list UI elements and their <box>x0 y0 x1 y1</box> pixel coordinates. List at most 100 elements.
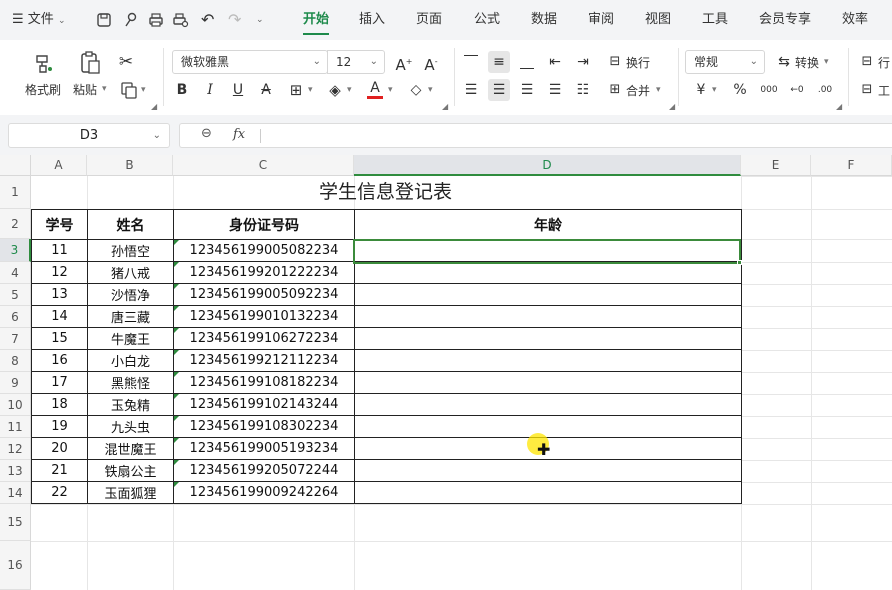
row-header-8[interactable]: 8 <box>0 350 31 372</box>
cell-id-number[interactable]: 123456199005082234 <box>173 239 355 262</box>
sheet-title-cell[interactable]: 学生信息登记表 <box>31 176 740 209</box>
name-box[interactable]: D3 ⌄ <box>8 123 170 148</box>
cell-name[interactable]: 小白龙 <box>87 349 174 372</box>
row-header-9[interactable]: 9 <box>0 372 31 394</box>
font-name-select[interactable]: 微软雅黑 ⌄ <box>172 50 328 74</box>
align-center-icon[interactable]: ☰ <box>488 79 510 101</box>
cell-name[interactable]: 牛魔王 <box>87 327 174 350</box>
increase-font-icon[interactable]: A+ <box>393 51 415 74</box>
row-header-5[interactable]: 5 <box>0 284 31 306</box>
zoom-icon[interactable]: ⊖ <box>201 126 212 141</box>
row-header-4[interactable]: 4 <box>0 262 31 284</box>
row-col-label[interactable]: 行 <box>878 54 890 71</box>
cell-student-id[interactable]: 12 <box>31 261 88 284</box>
bold-icon[interactable]: B <box>171 79 193 101</box>
tab-member[interactable]: 会员专享 <box>759 0 811 40</box>
tab-page[interactable]: 页面 <box>416 0 442 40</box>
cell-name[interactable]: 玉兔精 <box>87 393 174 416</box>
header-cell-id-number[interactable]: 身份证号码 <box>173 209 355 240</box>
percent-icon[interactable]: % <box>729 79 751 101</box>
cell-id-number[interactable]: 123456199005193234 <box>173 437 355 460</box>
paste-icon[interactable] <box>78 50 104 76</box>
cell-name[interactable]: 九头虫 <box>87 415 174 438</box>
cell-age[interactable] <box>354 239 742 262</box>
dialog-launcher-icon[interactable]: ◢ <box>442 102 448 111</box>
row-header-3[interactable]: 3 <box>0 239 31 262</box>
justify-icon[interactable]: ☰ <box>544 79 566 101</box>
align-right-icon[interactable]: ☰ <box>516 79 538 101</box>
cell-id-number[interactable]: 123456199005092234 <box>173 283 355 306</box>
redo-icon[interactable]: ↷ <box>228 0 241 40</box>
cell-student-id[interactable]: 17 <box>31 371 88 394</box>
row-header-1[interactable]: 1 <box>0 176 31 209</box>
cell-id-number[interactable]: 123456199201222234 <box>173 261 355 284</box>
worksheet-icon[interactable]: ⊟ <box>856 79 878 101</box>
dialog-launcher-icon[interactable]: ◢ <box>836 102 842 111</box>
cell-name[interactable]: 混世魔王 <box>87 437 174 460</box>
merge-cells-icon[interactable]: ⊞ <box>604 79 626 101</box>
row-header-14[interactable]: 14 <box>0 482 31 504</box>
chevron-down-icon[interactable]: ▾ <box>824 57 829 67</box>
cell-age[interactable] <box>354 261 742 284</box>
tab-tools[interactable]: 工具 <box>702 0 728 40</box>
print-preview-icon[interactable] <box>172 11 190 29</box>
fx-icon[interactable]: fx <box>233 127 245 142</box>
format-painter-icon[interactable] <box>31 52 55 76</box>
header-cell-student-id[interactable]: 学号 <box>31 209 88 240</box>
chevron-down-icon[interactable]: ▾ <box>712 85 717 95</box>
cell-student-id[interactable]: 13 <box>31 283 88 306</box>
chevron-down-icon[interactable]: ▾ <box>347 85 352 95</box>
tab-home[interactable]: 开始 <box>303 0 330 40</box>
column-header-a[interactable]: A <box>31 155 87 176</box>
tab-formula[interactable]: 公式 <box>474 0 500 40</box>
formula-input-area[interactable]: ⊖ fx <box>179 123 892 148</box>
convert-label[interactable]: 转换 <box>795 54 819 71</box>
column-header-b[interactable]: B <box>87 155 173 176</box>
cell-id-number[interactable]: 123456199205072244 <box>173 459 355 482</box>
decrease-font-icon[interactable]: A- <box>420 51 442 74</box>
cell-name[interactable]: 孙悟空 <box>87 239 174 262</box>
italic-icon[interactable]: I <box>199 79 221 101</box>
border-icon[interactable]: ⊞ <box>285 79 307 101</box>
tab-review[interactable]: 审阅 <box>588 0 614 40</box>
chevron-down-icon[interactable]: ▾ <box>428 85 433 95</box>
distribute-icon[interactable]: ☷ <box>572 79 594 101</box>
align-middle-icon[interactable]: ≡ <box>488 51 510 73</box>
chevron-down-icon[interactable]: ⌄ <box>256 0 264 40</box>
cell-id-number[interactable]: 123456199009242264 <box>173 481 355 504</box>
cell-age[interactable] <box>354 349 742 372</box>
column-header-f[interactable]: F <box>811 155 892 176</box>
cell-student-id[interactable]: 15 <box>31 327 88 350</box>
number-format-select[interactable]: 常规 ⌄ <box>685 50 765 74</box>
row-header-15[interactable]: 15 <box>0 504 31 541</box>
row-header-6[interactable]: 6 <box>0 306 31 328</box>
cell-name[interactable]: 玉面狐狸 <box>87 481 174 504</box>
file-menu[interactable]: ☰ 文件 ⌄ <box>12 0 66 40</box>
share-icon[interactable] <box>122 11 140 29</box>
row-header-16[interactable]: 16 <box>0 541 31 590</box>
cell-student-id[interactable]: 11 <box>31 239 88 262</box>
cell-age[interactable] <box>354 415 742 438</box>
tab-view[interactable]: 视图 <box>645 0 671 40</box>
cell-id-number[interactable]: 123456199212112234 <box>173 349 355 372</box>
underline-icon[interactable]: U <box>227 79 249 101</box>
cut-icon[interactable]: ✂ <box>115 51 137 73</box>
chevron-down-icon[interactable]: ▾ <box>141 85 146 95</box>
wrap-text-icon[interactable]: ⊟ <box>604 51 626 73</box>
cell-name[interactable]: 沙悟净 <box>87 283 174 306</box>
dialog-launcher-icon[interactable]: ◢ <box>669 102 675 111</box>
increase-decimal-icon[interactable]: ←0 <box>786 79 808 101</box>
convert-icon[interactable]: ⇆ <box>773 51 795 73</box>
tab-efficiency[interactable]: 效率 <box>842 0 868 40</box>
chevron-down-icon[interactable]: ▾ <box>102 84 107 94</box>
copy-icon[interactable] <box>120 81 138 99</box>
wrap-text-label[interactable]: 换行 <box>626 54 650 71</box>
cell-student-id[interactable]: 14 <box>31 305 88 328</box>
cell-student-id[interactable]: 20 <box>31 437 88 460</box>
undo-icon[interactable]: ↶ <box>201 0 214 40</box>
save-icon[interactable] <box>95 11 113 29</box>
select-all-corner[interactable] <box>0 155 31 176</box>
cell-student-id[interactable]: 21 <box>31 459 88 482</box>
cell-name[interactable]: 猪八戒 <box>87 261 174 284</box>
cell-id-number[interactable]: 123456199108182234 <box>173 371 355 394</box>
